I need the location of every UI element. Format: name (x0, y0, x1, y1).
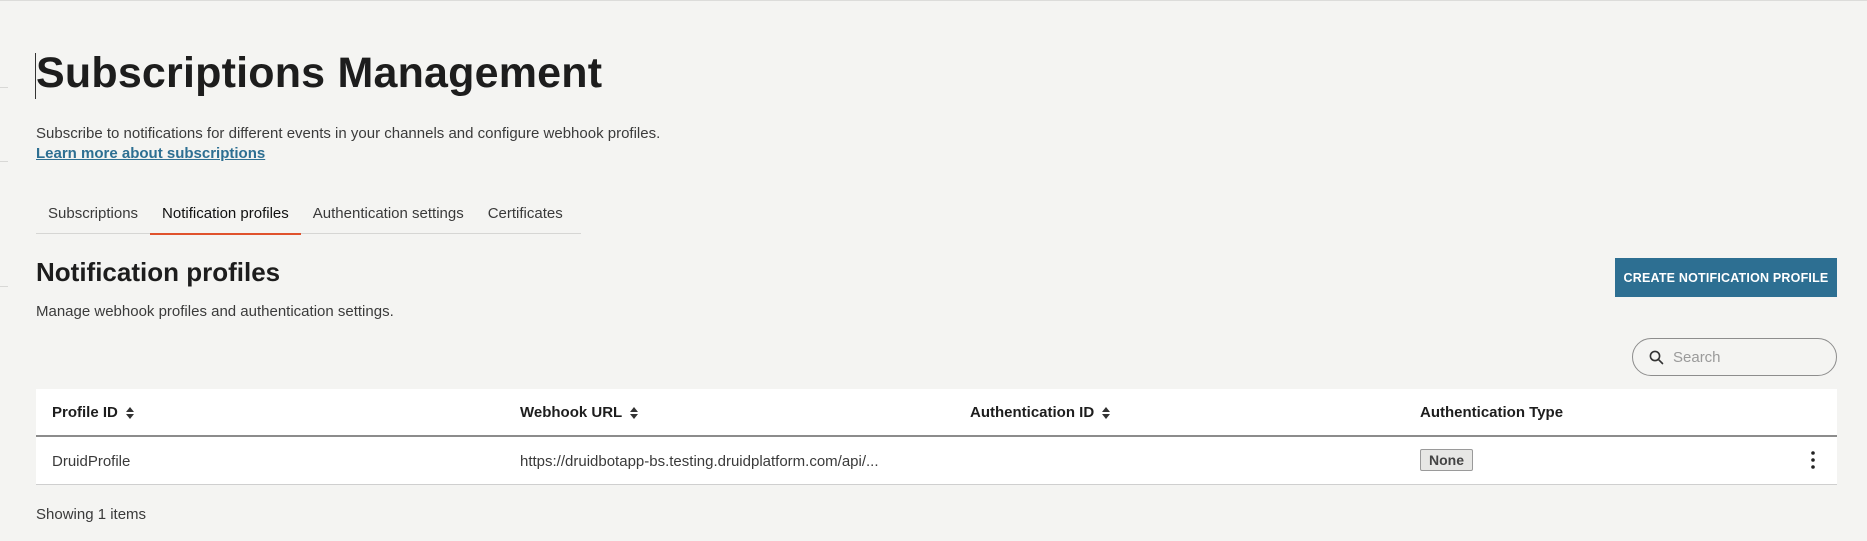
search-icon (1648, 349, 1664, 365)
tab-authentication-settings[interactable]: Authentication settings (301, 201, 476, 233)
authentication-type-badge: None (1420, 449, 1473, 471)
left-edge-rule (0, 87, 8, 88)
page-description: Subscribe to notifications for different… (36, 125, 661, 142)
profiles-table: Profile ID Webhook URL Authentication ID… (36, 389, 1837, 485)
learn-more-link[interactable]: Learn more about subscriptions (36, 145, 265, 162)
column-header-label: Authentication ID (970, 404, 1095, 421)
table-row[interactable]: DruidProfile https://druidbotapp-bs.test… (36, 437, 1837, 485)
tab-bar: Subscriptions Notification profiles Auth… (36, 201, 581, 235)
tab-subscriptions[interactable]: Subscriptions (36, 201, 150, 233)
left-edge-rule (0, 161, 8, 162)
column-header-profile-id[interactable]: Profile ID (52, 404, 134, 421)
search-box[interactable] (1632, 338, 1837, 376)
search-input[interactable] (1671, 347, 1835, 367)
tab-certificates[interactable]: Certificates (476, 201, 575, 233)
column-header-label: Authentication Type (1420, 404, 1564, 421)
cell-profile-id: DruidProfile (52, 453, 131, 470)
column-header-label: Profile ID (52, 404, 118, 421)
tab-notification-profiles[interactable]: Notification profiles (150, 201, 301, 235)
left-edge-rule (0, 286, 8, 287)
section-description: Manage webhook profiles and authenticati… (36, 303, 394, 320)
page-title: Subscriptions Management (36, 49, 603, 97)
table-header: Profile ID Webhook URL Authentication ID… (36, 389, 1837, 437)
section-title: Notification profiles (36, 257, 281, 287)
sort-icon (1102, 406, 1111, 419)
cell-webhook-url: https://druidbotapp-bs.testing.druidplat… (520, 453, 879, 470)
sort-icon (630, 406, 639, 419)
create-notification-profile-button[interactable]: CREATE NOTIFICATION PROFILE (1615, 258, 1837, 297)
kebab-menu-icon[interactable] (1811, 451, 1815, 474)
column-header-authentication-id[interactable]: Authentication ID (970, 404, 1111, 421)
sort-icon (125, 406, 134, 419)
column-header-webhook-url[interactable]: Webhook URL (520, 404, 639, 421)
table-footer-count: Showing 1 items (36, 506, 147, 523)
column-header-label: Webhook URL (520, 404, 623, 421)
column-header-authentication-type: Authentication Type (1420, 404, 1563, 421)
